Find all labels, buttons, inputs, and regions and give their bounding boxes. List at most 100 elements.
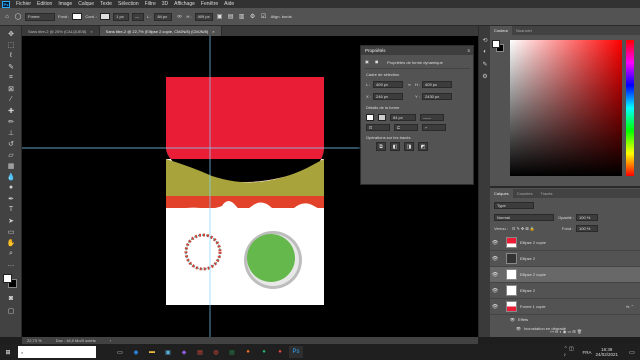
clock[interactable]: 16:39 24/02/2021 (595, 347, 618, 357)
dodge-tool-icon[interactable]: ● (4, 183, 18, 192)
stroke-width-field[interactable]: 84 px (390, 114, 416, 121)
notifications-icon[interactable]: ▭ (625, 346, 639, 358)
zoom-level[interactable]: 22,73 % (27, 338, 42, 343)
layers-footer-icons[interactable]: ⊶ fx ◐ ◉ ▭ ⊞ 🗑 (550, 329, 582, 334)
adjustments-icon[interactable]: ◐ (481, 48, 489, 56)
path-ops-icon[interactable]: ▣ (216, 13, 224, 21)
mode-select[interactable]: Forme (25, 12, 55, 21)
fx-icon[interactable]: fx ⌃ (626, 304, 634, 309)
effects-eye-icon[interactable]: 👁 (490, 317, 518, 322)
crop-tool-icon[interactable]: ⌗ (4, 73, 18, 82)
language-indicator[interactable]: FRA (582, 350, 591, 355)
ellipse-tool-icon[interactable]: ◯ (14, 13, 22, 21)
shape-tool-icon[interactable]: ▭ (4, 227, 18, 236)
history-icon[interactable]: ⟲ (481, 36, 489, 44)
app-icon-3[interactable]: ● (273, 346, 287, 358)
frame-tool-icon[interactable]: ⊠ (4, 84, 18, 93)
checkbox-align[interactable]: ☑ (260, 13, 268, 21)
tab-document-2[interactable]: Sans titre-2 @ 22,7% (Ellipse 2 copie, C… (99, 26, 222, 36)
stroke-swatch[interactable] (378, 114, 386, 121)
fill-field[interactable]: 100 % (576, 225, 598, 232)
effects-row[interactable]: 👁 Effets (490, 315, 640, 324)
fg-color-swatch[interactable] (492, 40, 500, 48)
menu-item-9[interactable]: Fenêtre (198, 1, 221, 7)
healing-tool-icon[interactable]: ✚ (4, 106, 18, 115)
link-icon[interactable]: ∞ (175, 13, 183, 21)
move-tool-icon[interactable]: ✥ (4, 29, 18, 38)
excel-icon[interactable]: ▦ (225, 346, 239, 358)
fill-swatch[interactable] (366, 114, 374, 121)
hand-tool-icon[interactable]: ✋ (4, 238, 18, 247)
visibility-eye-icon[interactable]: 👁 (490, 288, 500, 294)
height-field[interactable]: 409 px (422, 81, 452, 88)
path-arrange-icon[interactable]: ▥ (238, 13, 246, 21)
lock-icons[interactable]: ⊡ ✎ ✥ ⊠ 🔒 (512, 226, 535, 231)
layer-row[interactable]: 👁 Ellipse 2 (490, 283, 640, 299)
chrome-icon[interactable]: ◍ (209, 346, 223, 358)
edge-icon[interactable]: ◉ (129, 346, 143, 358)
stroke-caps-select[interactable]: ⊏ (394, 124, 418, 131)
link-icon[interactable]: ∞ (408, 82, 411, 87)
stroke-type-select[interactable]: — (132, 12, 145, 21)
visibility-eye-icon[interactable]: 👁 (490, 256, 500, 262)
path-select-tool-icon[interactable]: ➤ (4, 216, 18, 225)
subtract-shapes-button[interactable]: ◧ (390, 142, 400, 151)
y-field[interactable]: 2430 px (422, 93, 452, 100)
eraser-tool-icon[interactable]: ▱ (4, 150, 18, 159)
effect-eye-icon[interactable]: 👁 (490, 326, 524, 331)
search-box[interactable]: ⌕ (18, 346, 96, 358)
pen-tool-icon[interactable]: ✒ (4, 194, 18, 203)
stroke-type-select[interactable]: —— (420, 114, 444, 121)
office-icon[interactable]: ▤ (193, 346, 207, 358)
height-field[interactable]: 409 px (194, 12, 213, 21)
stroke-width-field[interactable]: 1 px (113, 12, 130, 21)
layer-row[interactable]: 👁 Forme 1 copie fx ⌃ (490, 299, 640, 315)
tab-color[interactable]: Couleur (490, 26, 513, 35)
zoom-tool-icon[interactable]: ⌕ (4, 249, 18, 258)
close-icon[interactable]: × (212, 29, 214, 34)
menu-item-3[interactable]: Calque (75, 1, 97, 7)
store-icon[interactable]: ▣ (161, 346, 175, 358)
brush-tool-icon[interactable]: ✏ (4, 117, 18, 126)
tab-paths[interactable]: Tracés (536, 189, 556, 198)
visibility-eye-icon[interactable]: 👁 (490, 240, 500, 246)
panel-menu-icon[interactable]: ≡ (467, 48, 470, 53)
foreground-color-swatch[interactable] (3, 274, 12, 283)
home-icon[interactable]: ⌂ (3, 13, 11, 21)
file-explorer-icon[interactable]: ▬ (145, 346, 159, 358)
marquee-tool-icon[interactable]: ⬚ (4, 40, 18, 49)
layer-row[interactable]: 👁 Ellipse 2 copie (490, 235, 640, 251)
blur-tool-icon[interactable]: 💧 (4, 172, 18, 181)
exclude-shapes-button[interactable]: ◩ (418, 142, 428, 151)
hue-slider[interactable] (626, 40, 634, 176)
status-arrow-icon[interactable]: › (110, 338, 111, 343)
layer-row-selected[interactable]: 👁 Ellipse 2 copie (490, 267, 640, 283)
menu-item-6[interactable]: Filtre (142, 1, 159, 7)
properties-icon[interactable]: ⚙ (481, 72, 489, 80)
menu-item-7[interactable]: 3D (159, 1, 171, 7)
intersect-shapes-button[interactable]: ◨ (404, 142, 414, 151)
gear-icon[interactable]: ⚙ (249, 13, 257, 21)
combine-shapes-button[interactable]: ⧉ (376, 142, 386, 151)
visibility-eye-icon[interactable]: 👁 (490, 304, 500, 310)
blend-mode-select[interactable]: Normal (494, 214, 554, 221)
gradient-tool-icon[interactable]: ▦ (4, 161, 18, 170)
width-field[interactable]: 84 px (154, 12, 173, 21)
stroke-corners-select[interactable]: ⌐ (422, 124, 446, 131)
screen-mode-icon[interactable]: ▢ (4, 306, 18, 315)
stroke-align-select[interactable]: ⊡ (366, 124, 390, 131)
fill-swatch[interactable] (72, 13, 83, 20)
menu-item-2[interactable]: Image (55, 1, 75, 7)
menu-item-8[interactable]: Affichage (171, 1, 198, 7)
tab-document-1[interactable]: Sans titre-2 @ 25% (CALQUE/8) × (22, 26, 100, 36)
menu-item-4[interactable]: Texte (97, 1, 115, 7)
task-view-icon[interactable]: ▭ (113, 346, 127, 358)
layer-kind-filter[interactable]: Type (494, 202, 534, 209)
app-icon-2[interactable]: ● (257, 346, 271, 358)
quick-select-tool-icon[interactable]: ✎ (4, 62, 18, 71)
photoshop-taskbar-icon[interactable]: Ps (289, 346, 303, 358)
visibility-eye-icon[interactable]: 👁 (490, 272, 500, 278)
menu-item-5[interactable]: Sélection (115, 1, 142, 7)
menu-item-0[interactable]: Fichier (13, 1, 34, 7)
history-brush-tool-icon[interactable]: ↺ (4, 139, 18, 148)
